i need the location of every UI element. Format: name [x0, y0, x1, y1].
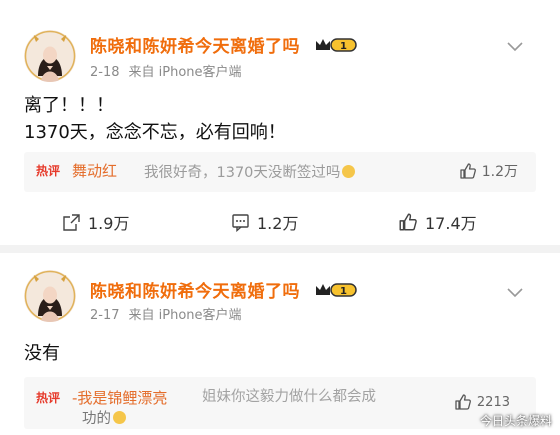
post-divider	[0, 245, 560, 253]
avatar[interactable]	[24, 30, 76, 82]
post-source: 来自 iPhone客户端	[128, 65, 242, 80]
hot-comment-tag: 热评	[35, 390, 60, 405]
weibo-post-1: 陈晓和陈妍希今天离婚了吗 1 2-18 来自 iPhone客户端 离了！！！ 13…	[0, 0, 560, 245]
post-text-line: 1370天，念念不忘，必有回响！	[24, 122, 286, 143]
post-source: 来自 iPhone客户端	[128, 308, 242, 323]
comment-like-count: 2213	[476, 394, 510, 410]
like-button[interactable]: 17.4万	[398, 210, 477, 234]
post-meta: 2-17 来自 iPhone客户端	[90, 304, 251, 323]
comment-icon	[232, 213, 249, 232]
comment-like-button[interactable]: 1.2万	[459, 161, 518, 181]
hot-comment-tag: 热评	[35, 163, 60, 178]
comment-button[interactable]: 1.2万	[231, 210, 298, 234]
thumbs-up-icon	[455, 394, 471, 410]
svg-text:1: 1	[340, 41, 347, 52]
vip-crown-icon[interactable]: 1	[314, 36, 358, 54]
share-count: 1.9万	[88, 214, 130, 233]
hot-comment[interactable]: 热评 -我是锦鲤漂亮 姐妹你这毅力做什么都会成 功的 2213	[24, 377, 536, 429]
share-button[interactable]: 1.9万	[62, 210, 129, 234]
watermark: 今日头条爆料	[479, 414, 552, 428]
share-icon	[63, 213, 80, 231]
post-text-line: 离了！！！	[24, 95, 114, 116]
comment-author[interactable]: -我是锦鲤漂亮	[72, 387, 167, 408]
username[interactable]: 陈晓和陈妍希今天离婚了吗	[90, 277, 300, 302]
post-text-line: 没有	[24, 343, 60, 364]
svg-text:1: 1	[340, 286, 347, 297]
chevron-down-icon[interactable]	[506, 38, 524, 52]
comment-count: 1.2万	[257, 214, 299, 233]
post-date: 2-17	[90, 308, 120, 323]
avatar[interactable]	[24, 270, 76, 322]
comment-text: 姐妹你这毅力做什么都会成	[202, 389, 376, 405]
post-meta: 2-18 来自 iPhone客户端	[90, 61, 251, 80]
thumbs-up-icon	[399, 213, 417, 231]
emoji-icon	[113, 411, 126, 424]
chevron-down-icon[interactable]	[506, 284, 524, 298]
post-actions: 1.9万 1.2万 17.4万	[0, 210, 560, 236]
like-count: 17.4万	[425, 214, 477, 233]
vip-crown-icon[interactable]: 1	[314, 281, 358, 299]
comment-text: 我很好奇，1370天没断签过吗	[144, 161, 356, 182]
post-date: 2-18	[90, 65, 120, 80]
comment-like-button[interactable]: 2213	[454, 393, 510, 411]
comment-text-continued: 功的	[82, 407, 126, 428]
weibo-post-2: 陈晓和陈妍希今天离婚了吗 1 2-17 来自 iPhone客户端 没有 热评 -我…	[0, 253, 560, 435]
thumbs-up-icon	[460, 163, 476, 179]
post-content: 离了！！！ 1370天，念念不忘，必有回响！	[24, 92, 286, 146]
username[interactable]: 陈晓和陈妍希今天离婚了吗	[90, 32, 300, 57]
comment-author[interactable]: 舞动红	[72, 160, 117, 181]
emoji-icon	[342, 165, 356, 178]
post-content: 没有	[24, 340, 60, 367]
hot-comment[interactable]: 热评 舞动红 我很好奇，1370天没断签过吗 1.2万	[24, 152, 536, 192]
comment-like-count: 1.2万	[481, 164, 518, 180]
